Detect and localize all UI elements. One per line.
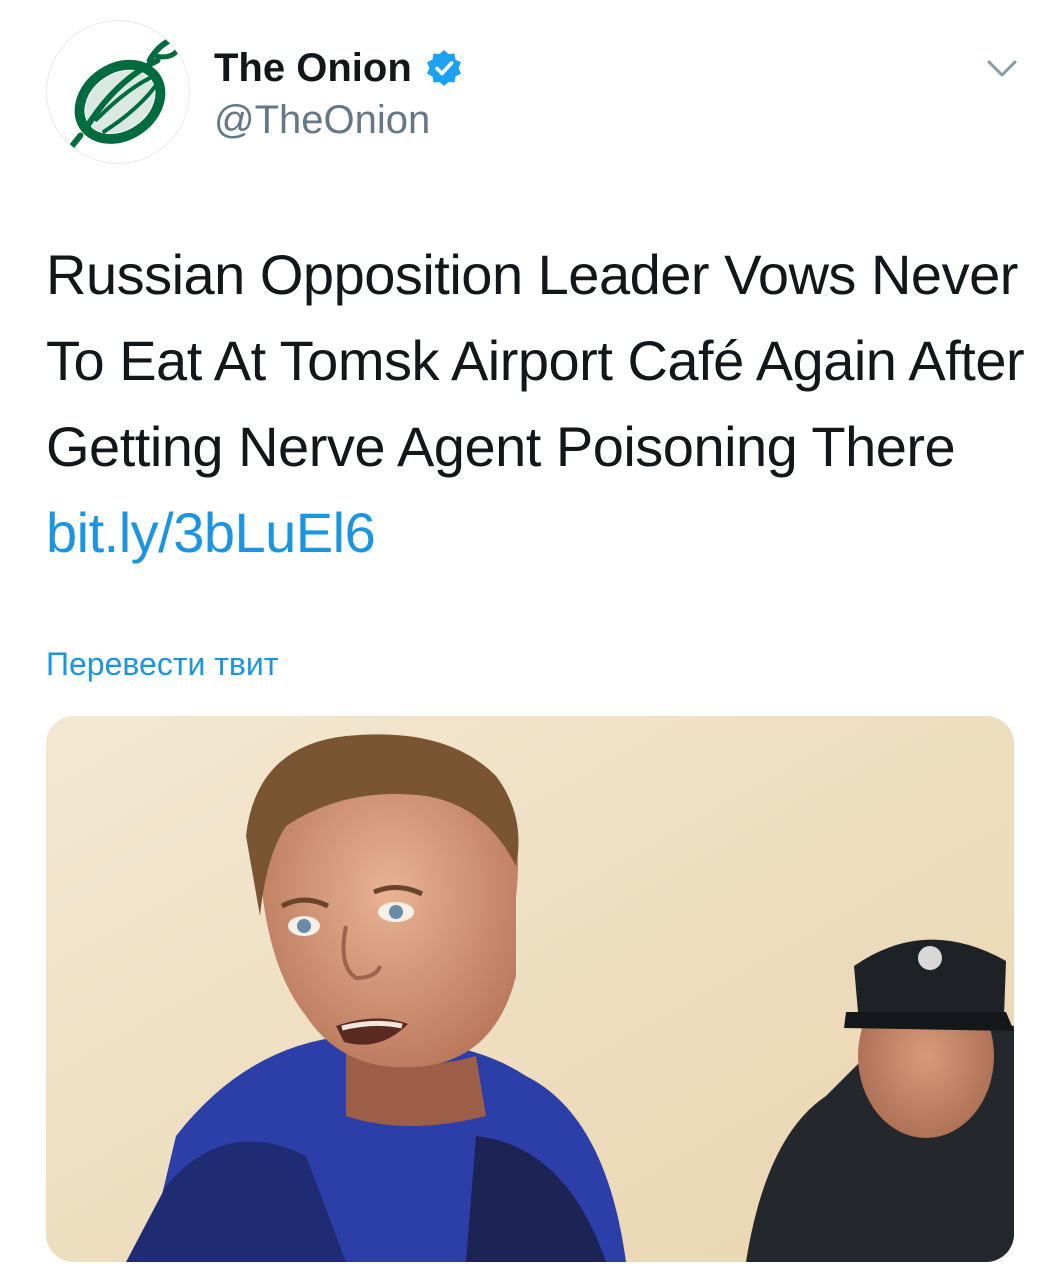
tweet-media-photo[interactable]: [46, 716, 1014, 1262]
avatar[interactable]: [46, 20, 190, 164]
translate-tweet-link[interactable]: Перевести твит: [46, 644, 278, 684]
tweet-link[interactable]: bit.ly/3bLuEl6: [46, 501, 376, 564]
tweet-text: Russian Opposition Leader Vows Never To …: [46, 232, 1026, 576]
photo-illustration: [46, 716, 1014, 1262]
account-name-row[interactable]: The Onion: [214, 44, 464, 92]
onion-logo-icon: [69, 37, 180, 149]
chevron-down-icon[interactable]: [984, 50, 1020, 86]
verified-badge-icon: [426, 50, 461, 86]
account-handle[interactable]: @TheOnion: [214, 96, 430, 144]
display-name[interactable]: The Onion: [214, 44, 412, 92]
tweet-body: Russian Opposition Leader Vows Never To …: [46, 243, 1025, 478]
